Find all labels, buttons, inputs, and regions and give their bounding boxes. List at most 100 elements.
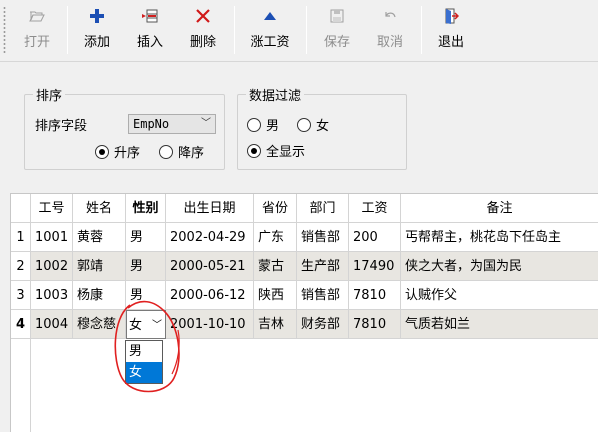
table-row[interactable]: 3 1003 杨康 男 2000-06-12 陕西 销售部 7810 认贼作父: [11, 281, 598, 310]
cell-birthdate[interactable]: 2000-05-21: [166, 252, 254, 281]
grid-header-row: 工号 姓名 性别 出生日期 省份 部门 工资 备注: [11, 194, 598, 223]
sort-field-label: 排序字段: [35, 119, 88, 134]
open-button-label: 打开: [23, 35, 50, 50]
cell-name[interactable]: 杨康: [73, 281, 126, 310]
toolbar-separator: [67, 6, 68, 54]
insert-button[interactable]: 插入: [127, 4, 173, 56]
cell-name[interactable]: 穆念慈: [73, 310, 126, 339]
save-button-label: 保存: [323, 35, 350, 50]
add-button-label: 添加: [83, 35, 110, 50]
cell-name[interactable]: 黄蓉: [73, 223, 126, 252]
sort-field-combo[interactable]: EmpNo ﹀: [128, 114, 216, 134]
sort-desc-radio[interactable]: 降序: [159, 142, 204, 161]
cell-salary[interactable]: 7810: [349, 281, 401, 310]
cell-name[interactable]: 郭靖: [73, 252, 126, 281]
cancel-button[interactable]: 取消: [367, 4, 413, 56]
cell-salary[interactable]: 7810: [349, 310, 401, 339]
cell-department[interactable]: 生产部: [297, 252, 349, 281]
column-header-province[interactable]: 省份: [254, 194, 297, 223]
gender-dropdown-list[interactable]: 男 女: [125, 340, 163, 384]
column-header-name[interactable]: 姓名: [73, 194, 126, 223]
dropdown-option-female[interactable]: 女: [126, 362, 162, 383]
cell-empno[interactable]: 1004: [31, 310, 73, 339]
cell-gender[interactable]: 男: [126, 223, 166, 252]
toolbar-separator: [421, 6, 422, 54]
column-header-birthdate[interactable]: 出生日期: [166, 194, 254, 223]
exit-button-label: 退出: [437, 35, 464, 50]
exit-button[interactable]: 退出: [428, 4, 474, 56]
open-button[interactable]: 打开: [14, 4, 60, 56]
cell-birthdate[interactable]: 2000-06-12: [166, 281, 254, 310]
delete-button[interactable]: 删除: [180, 4, 226, 56]
cell-province[interactable]: 广东: [254, 223, 297, 252]
exit-door-icon: [445, 8, 459, 24]
radio-indicator: [159, 144, 173, 159]
filter-all-radio[interactable]: 全显示: [247, 141, 305, 160]
cell-department[interactable]: 销售部: [297, 281, 349, 310]
filter-female-radio[interactable]: 女: [297, 115, 329, 134]
folder-open-icon: [29, 11, 45, 22]
table-row[interactable]: 1 1001 黄蓉 男 2002-04-29 广东 销售部 200 丐帮帮主，桃…: [11, 223, 598, 252]
cell-department[interactable]: 销售部: [297, 223, 349, 252]
insert-row-icon: [142, 9, 158, 23]
chevron-down-icon: ﹀: [201, 118, 211, 129]
chevron-down-icon[interactable]: ﹀: [152, 311, 162, 338]
cell-province[interactable]: 陕西: [254, 281, 297, 310]
sort-asc-radio[interactable]: 升序: [95, 142, 140, 161]
gender-editor-value: 女: [129, 318, 143, 333]
grid-corner: [11, 194, 31, 223]
row-header-strip: [11, 339, 31, 432]
toolbar-grip[interactable]: [3, 6, 6, 54]
row-number: 4: [11, 310, 31, 339]
radio-indicator: [297, 117, 311, 132]
cancel-button-label: 取消: [376, 35, 403, 50]
cell-salary[interactable]: 200: [349, 223, 401, 252]
floppy-disk-icon: [330, 9, 344, 23]
sort-desc-label: 降序: [178, 146, 205, 161]
delete-button-label: 删除: [189, 35, 216, 50]
table-row-current[interactable]: 4 1004 穆念慈 女 ﹀ 2001-10-10 吉林 财务部 7810 气质…: [11, 310, 598, 339]
gender-combo-editor[interactable]: 女 ﹀: [126, 310, 166, 339]
raise-salary-button[interactable]: 涨工资: [242, 4, 298, 56]
toolbar-divider: [0, 61, 598, 62]
column-header-empno[interactable]: 工号: [31, 194, 73, 223]
toolbar-separator: [234, 6, 235, 54]
row-number: 3: [11, 281, 31, 310]
toolbar-separator: [306, 6, 307, 54]
row-number: 1: [11, 223, 31, 252]
cell-salary[interactable]: 17490: [349, 252, 401, 281]
save-button[interactable]: 保存: [314, 4, 360, 56]
add-button[interactable]: 添加: [74, 4, 120, 56]
employee-grid[interactable]: 工号 姓名 性别 出生日期 省份 部门 工资 备注 1 1001 黄蓉 男 20…: [10, 193, 598, 432]
column-header-salary[interactable]: 工资: [349, 194, 401, 223]
filter-all-label: 全显示: [266, 145, 306, 160]
up-triangle-icon: [264, 12, 276, 20]
column-header-gender[interactable]: 性别: [126, 194, 166, 223]
plus-icon: [90, 9, 104, 23]
toolbar: 打开 添加 插入 删除 涨工资 保存 取消 退出: [0, 0, 598, 60]
sort-asc-label: 升序: [114, 146, 141, 161]
radio-indicator: [247, 143, 261, 158]
cell-remark[interactable]: 丐帮帮主，桃花岛下任岛主: [401, 223, 598, 252]
sort-field-value: EmpNo: [133, 117, 170, 131]
cell-birthdate[interactable]: 2001-10-10: [166, 310, 254, 339]
cell-remark[interactable]: 认贼作父: [401, 281, 598, 310]
cell-department[interactable]: 财务部: [297, 310, 349, 339]
cell-empno[interactable]: 1003: [31, 281, 73, 310]
cell-gender[interactable]: 男: [126, 281, 166, 310]
dropdown-option-male[interactable]: 男: [126, 341, 162, 362]
cell-province[interactable]: 蒙古: [254, 252, 297, 281]
cell-birthdate[interactable]: 2002-04-29: [166, 223, 254, 252]
cell-gender[interactable]: 男: [126, 252, 166, 281]
filter-male-radio[interactable]: 男: [247, 115, 279, 134]
cell-province[interactable]: 吉林: [254, 310, 297, 339]
filter-female-label: 女: [316, 119, 330, 134]
cell-remark[interactable]: 侠之大者，为国为民: [401, 252, 598, 281]
table-row[interactable]: 2 1002 郭靖 男 2000-05-21 蒙古 生产部 17490 侠之大者…: [11, 252, 598, 281]
raise-salary-button-label: 涨工资: [250, 35, 290, 50]
cell-remark[interactable]: 气质若如兰: [401, 310, 598, 339]
column-header-department[interactable]: 部门: [297, 194, 349, 223]
cell-empno[interactable]: 1001: [31, 223, 73, 252]
column-header-remark[interactable]: 备注: [401, 194, 598, 223]
cell-empno[interactable]: 1002: [31, 252, 73, 281]
